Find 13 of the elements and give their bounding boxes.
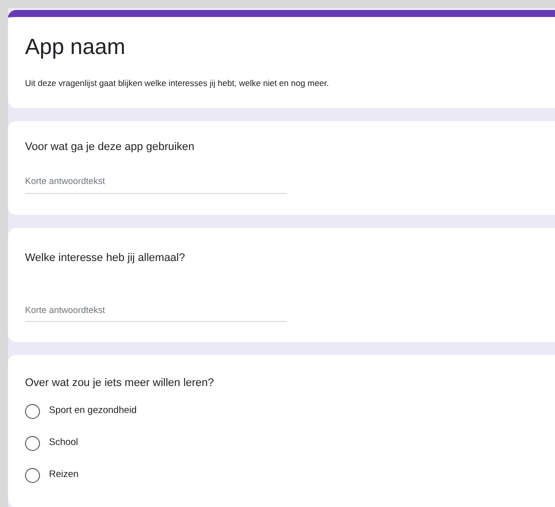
question-title: Welke interesse heb jij allemaal? (25, 251, 186, 266)
radio-button[interactable] (25, 436, 40, 451)
option-label: Sport en gezondheid (49, 404, 137, 418)
radio-button[interactable] (25, 468, 40, 483)
option-label: Reizen (49, 468, 79, 482)
question-title: Voor wat ga je deze app gebruiken (25, 140, 196, 155)
form-description: Uit deze vragenlijst gaat blijken welke interesses jij hebt, welke niet en nog meer. (25, 77, 330, 90)
form-title: App naam (25, 33, 126, 61)
question-title: Over wat zou je iets meer willen leren? (25, 376, 215, 390)
option-label: School (49, 436, 78, 450)
answer-field[interactable]: Korte antwoordtekst (25, 175, 287, 194)
answer-field[interactable]: Korte antwoordtekst (25, 304, 287, 322)
radio-button[interactable] (25, 404, 40, 419)
